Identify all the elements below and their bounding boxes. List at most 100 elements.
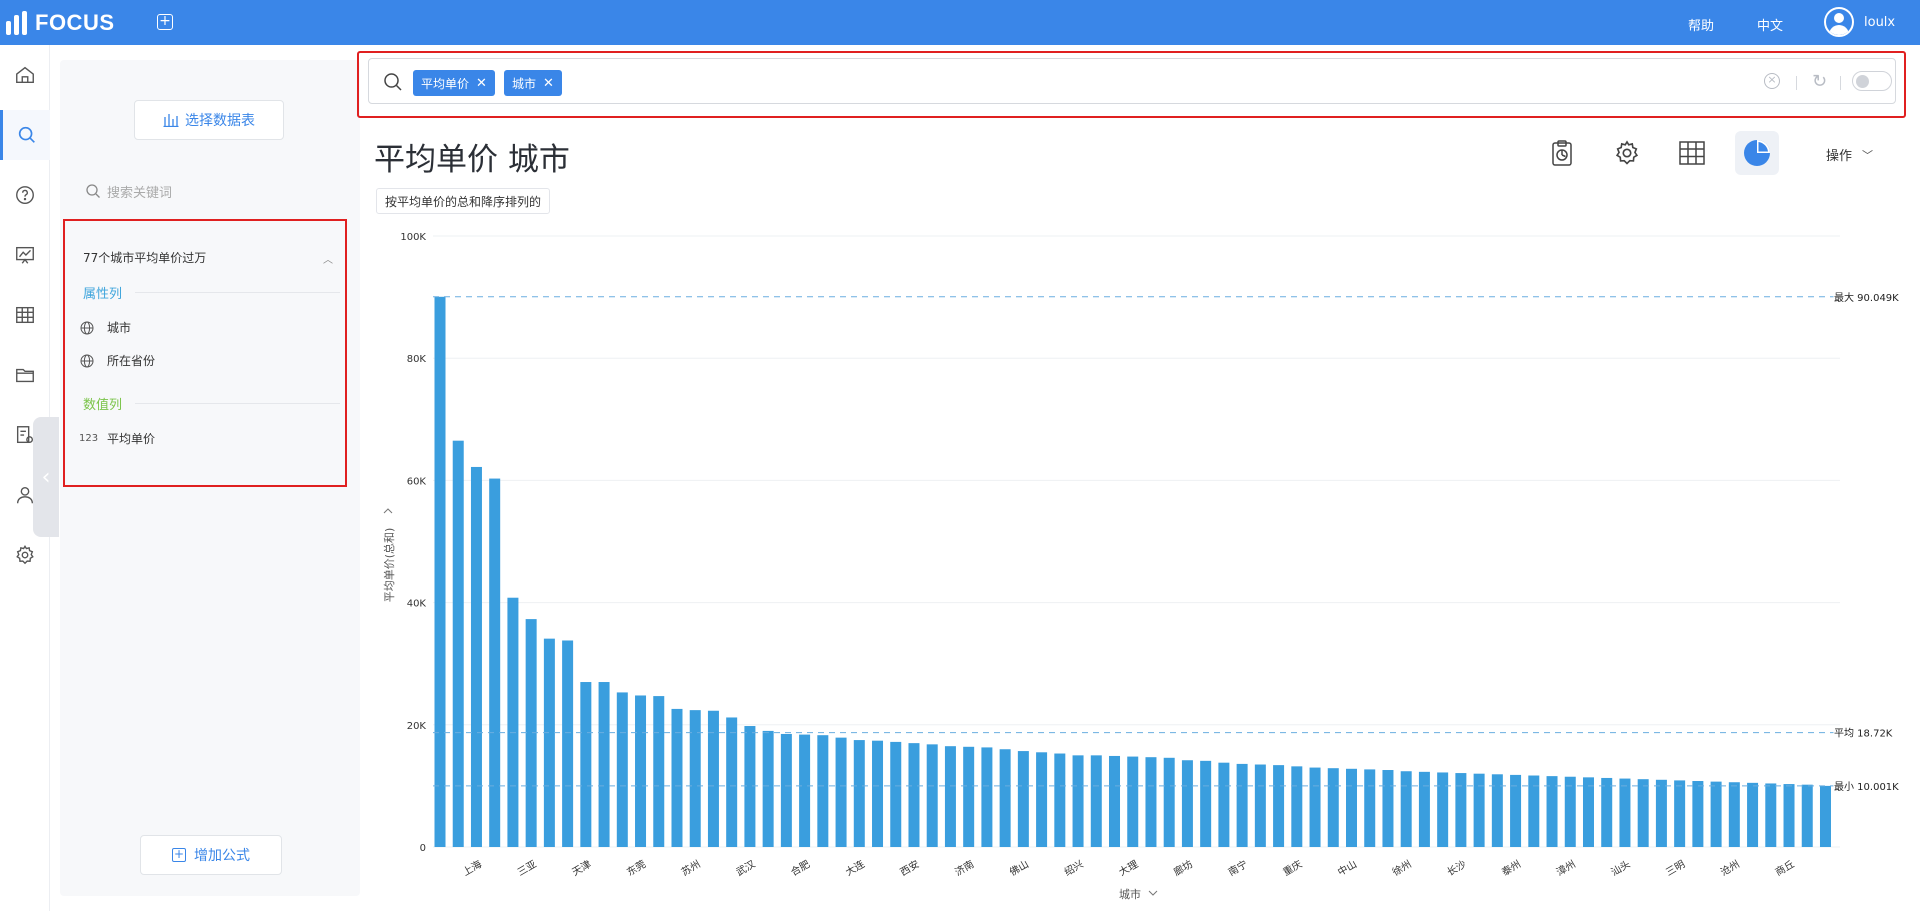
bar xyxy=(999,749,1011,847)
bar xyxy=(1491,774,1503,847)
focus-logo[interactable]: FOCUS xyxy=(6,10,115,36)
column-item-city[interactable]: 城市 xyxy=(79,319,131,336)
x-tick-label: 苏州 xyxy=(679,857,703,878)
bar xyxy=(452,440,464,847)
search-token-city[interactable]: 城市 ✕ xyxy=(504,70,562,96)
bar xyxy=(835,737,847,847)
bar xyxy=(1710,781,1722,847)
bar xyxy=(1254,764,1266,847)
numeric-columns-heading: 数值列 xyxy=(83,398,123,413)
bar xyxy=(1072,755,1084,847)
attribute-columns-heading: 属性列 xyxy=(83,287,123,302)
bar xyxy=(872,740,884,847)
bar xyxy=(434,296,446,847)
bar xyxy=(1510,774,1522,847)
bar xyxy=(543,638,555,847)
table-icon[interactable] xyxy=(0,290,50,340)
x-tick-label: 合肥 xyxy=(788,857,812,878)
bar xyxy=(1382,770,1394,847)
reference-line-label: 最大 90.049K xyxy=(1834,291,1899,304)
bar xyxy=(1109,755,1121,847)
x-axis-chevron-icon xyxy=(1148,890,1158,896)
top-bar: FOCUS + 帮助 中文 loulx xyxy=(0,0,1920,45)
x-tick-label: 武汉 xyxy=(734,857,758,878)
select-table-button[interactable]: 选择数据表 xyxy=(134,100,284,140)
x-tick-label: 东莞 xyxy=(624,857,648,878)
section-divider xyxy=(135,292,340,293)
username[interactable]: loulx xyxy=(1864,15,1895,30)
chevron-down-icon: ﹀ xyxy=(1862,148,1874,162)
search-icon[interactable] xyxy=(0,110,50,160)
clipboard-icon[interactable] xyxy=(1540,131,1584,175)
x-tick-label: 廊坊 xyxy=(1171,857,1195,878)
bar xyxy=(1418,771,1430,847)
token-label: 城市 xyxy=(512,76,537,91)
bar xyxy=(1783,784,1795,847)
close-icon[interactable]: ✕ xyxy=(543,76,554,91)
x-tick-label: 中山 xyxy=(1335,857,1359,878)
y-axis-title: 平均单价(总和) xyxy=(382,528,396,603)
reference-line-label: 平均 18.72K xyxy=(1834,728,1893,740)
bar xyxy=(1364,769,1376,847)
datasource-title[interactable]: 77个城市平均单价过万 xyxy=(83,249,206,266)
operations-menu[interactable]: 操作 ﹀ xyxy=(1826,145,1874,165)
user-avatar-icon[interactable] xyxy=(1824,7,1854,37)
column-label: 所在省份 xyxy=(107,354,156,368)
bar xyxy=(1327,768,1339,847)
search-input[interactable]: 平均单价 ✕ 城市 ✕ × ↻ xyxy=(368,58,1896,104)
page-title: 平均单价 城市 xyxy=(374,142,570,178)
chart-settings-icon[interactable] xyxy=(1605,131,1649,175)
bar xyxy=(1273,765,1285,847)
datasource-tree: 77个城市平均单价过万 ︿ 属性列 城市 所在省份 数值列 123 平均单价 xyxy=(63,219,347,487)
dashboard-icon[interactable] xyxy=(0,230,50,280)
bar xyxy=(671,708,683,847)
help-icon[interactable] xyxy=(0,170,50,220)
y-tick-label: 0 xyxy=(420,843,426,854)
add-formula-button[interactable]: + 增加公式 xyxy=(140,835,282,875)
bar xyxy=(1728,782,1740,847)
x-tick-label: 绍兴 xyxy=(1062,857,1086,878)
bar xyxy=(1017,751,1029,847)
home-icon[interactable] xyxy=(0,50,50,100)
bar xyxy=(1655,779,1667,847)
bar xyxy=(926,744,938,847)
folder-icon[interactable] xyxy=(0,350,50,400)
plus-icon: + xyxy=(172,847,186,862)
bar xyxy=(1747,782,1759,847)
bar xyxy=(1163,757,1175,847)
chevron-up-icon[interactable]: ︿ xyxy=(323,251,333,266)
column-item-avg-price[interactable]: 123 平均单价 xyxy=(79,430,155,447)
bar xyxy=(1455,773,1467,847)
x-tick-label: 沧州 xyxy=(1718,857,1742,878)
chart-type-pie-icon[interactable] xyxy=(1735,131,1779,175)
data-source-panel: 选择数据表 搜索关键词 77个城市平均单价过万 ︿ 属性列 城市 所在省份 数值… xyxy=(60,60,360,896)
search-icon xyxy=(384,73,402,91)
language-switch[interactable]: 中文 xyxy=(1757,15,1783,34)
clear-search-icon[interactable]: × xyxy=(1764,73,1780,89)
y-tick-label: 80K xyxy=(407,354,427,365)
new-tab-plus-icon[interactable]: + xyxy=(157,14,173,30)
search-token-avg-price[interactable]: 平均单价 ✕ xyxy=(413,70,495,96)
bar xyxy=(1692,781,1704,847)
bar xyxy=(1181,760,1193,847)
column-item-province[interactable]: 所在省份 xyxy=(79,352,155,369)
keyword-search-input[interactable]: 搜索关键词 xyxy=(85,180,172,202)
close-icon[interactable]: ✕ xyxy=(476,76,487,91)
reference-line-label: 最小 10.001K xyxy=(1834,781,1899,793)
collapse-panel-chevron-icon[interactable]: ‹ xyxy=(33,417,59,537)
table-view-icon[interactable] xyxy=(1670,131,1714,175)
x-axis-title: 城市 xyxy=(1119,887,1141,901)
refresh-icon[interactable]: ↻ xyxy=(1812,71,1827,92)
bar xyxy=(1528,775,1540,847)
bar xyxy=(1564,776,1576,847)
bar-chart-icon xyxy=(163,114,179,127)
bar xyxy=(981,747,993,847)
mode-toggle[interactable] xyxy=(1852,71,1892,91)
x-tick-label: 佛山 xyxy=(1007,857,1031,878)
logo-text: FOCUS xyxy=(35,10,115,35)
bar xyxy=(1236,763,1248,847)
bar xyxy=(1346,768,1357,847)
numeric-type-icon: 123 xyxy=(79,433,99,444)
settings-icon[interactable] xyxy=(0,530,50,580)
help-link[interactable]: 帮助 xyxy=(1688,15,1714,34)
